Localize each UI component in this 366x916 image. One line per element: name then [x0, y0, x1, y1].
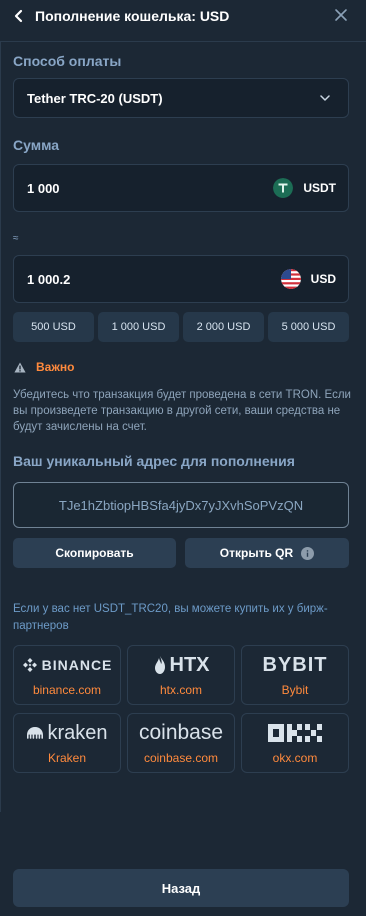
partner-kraken[interactable]: kraken Kraken	[13, 713, 121, 773]
back-arrow-icon[interactable]	[12, 9, 26, 23]
modal-header: Пополнение кошелька: USD	[0, 0, 366, 42]
info-icon	[301, 546, 315, 560]
partner-exchanges: BINANCE binance.com HTX htx.com BYBIT By…	[13, 645, 350, 773]
crypto-currency-badge: USDT	[273, 178, 336, 198]
partner-coinbase[interactable]: coinbase coinbase.com	[127, 713, 235, 773]
us-flag-icon	[280, 269, 301, 289]
payment-method-label: Способ оплаты	[13, 53, 122, 69]
preset-amounts: 500 USD 1 000 USD 2 000 USD 5 000 USD	[13, 312, 349, 342]
address-label: Ваш уникальный адрес для пополнения	[13, 453, 295, 469]
partner-okx[interactable]: okx.com	[241, 713, 349, 773]
partner-bybit[interactable]: BYBIT Bybit	[241, 645, 349, 705]
fiat-currency-badge: USD	[280, 269, 336, 289]
tether-icon	[273, 178, 294, 198]
okx-wordmark	[268, 724, 322, 742]
copy-button-label: Скопировать	[55, 546, 134, 560]
chevron-down-icon	[320, 95, 330, 101]
okx-logo-icon	[268, 721, 322, 745]
okx-link[interactable]: okx.com	[273, 751, 318, 765]
binance-wordmark: BINANCE	[41, 657, 113, 673]
bybit-link[interactable]: Bybit	[282, 683, 309, 697]
close-icon[interactable]	[334, 8, 348, 22]
preset-500-button[interactable]: 500 USD	[13, 312, 94, 342]
htx-logo-icon: HTX	[153, 653, 210, 677]
partners-description: Если у вас нет USDT_TRC20, вы можете куп…	[13, 603, 328, 632]
deposit-address-field[interactable]: TJe1hZbtiopHBSfa4jyDx7yJXvhSoPVzQN	[13, 482, 349, 528]
crypto-amount-input[interactable]: 1 000 USDT	[13, 164, 349, 212]
kraken-mark-icon	[27, 727, 44, 739]
kraken-wordmark: kraken	[47, 721, 108, 744]
kraken-link[interactable]: Kraken	[48, 751, 86, 765]
binance-link[interactable]: binance.com	[33, 683, 101, 697]
htx-flame-icon	[154, 656, 165, 674]
fiat-amount-input[interactable]: 1 000.2 USD	[13, 255, 349, 303]
partner-binance[interactable]: BINANCE binance.com	[13, 645, 121, 705]
coinbase-logo-icon: coinbase	[139, 721, 223, 745]
crypto-currency-code: USDT	[303, 181, 336, 195]
payment-method-value: Tether TRC-20 (USDT)	[27, 91, 163, 106]
preset-5000-button[interactable]: 5 000 USD	[268, 312, 349, 342]
kraken-logo-icon: kraken	[26, 721, 108, 745]
approx-symbol: ≈	[13, 233, 19, 244]
warning-text: Убедитесь что транзакция будет проведена…	[13, 389, 351, 433]
bybit-wordmark: BYBIT	[262, 653, 328, 676]
copy-address-button[interactable]: Скопировать	[13, 538, 176, 568]
preset-1000-button[interactable]: 1 000 USD	[98, 312, 179, 342]
fiat-amount-value: 1 000.2	[27, 272, 71, 287]
partner-htx[interactable]: HTX htx.com	[127, 645, 235, 705]
fiat-currency-code: USD	[310, 272, 336, 286]
open-qr-button[interactable]: Открыть QR	[185, 538, 349, 568]
crypto-amount-value: 1 000	[27, 181, 60, 196]
warning-header: Важно	[14, 360, 74, 374]
warning-triangle-icon	[14, 362, 26, 372]
binance-logo-icon: BINANCE	[22, 653, 113, 677]
htx-wordmark: HTX	[169, 653, 210, 676]
coinbase-link[interactable]: coinbase.com	[144, 751, 218, 765]
bybit-logo-icon: BYBIT	[263, 653, 328, 677]
warning-title: Важно	[36, 360, 75, 374]
amount-label: Сумма	[13, 137, 60, 153]
preset-2000-button[interactable]: 2 000 USD	[183, 312, 264, 342]
binance-diamond-icon	[22, 658, 37, 672]
payment-method-select[interactable]: Tether TRC-20 (USDT)	[13, 78, 349, 118]
back-button[interactable]: Назад	[13, 869, 349, 907]
page-title: Пополнение кошелька: USD	[35, 8, 230, 24]
divider	[0, 42, 1, 812]
htx-link[interactable]: htx.com	[160, 683, 202, 697]
coinbase-wordmark: coinbase	[138, 721, 224, 744]
qr-button-label: Открыть QR	[219, 546, 294, 560]
